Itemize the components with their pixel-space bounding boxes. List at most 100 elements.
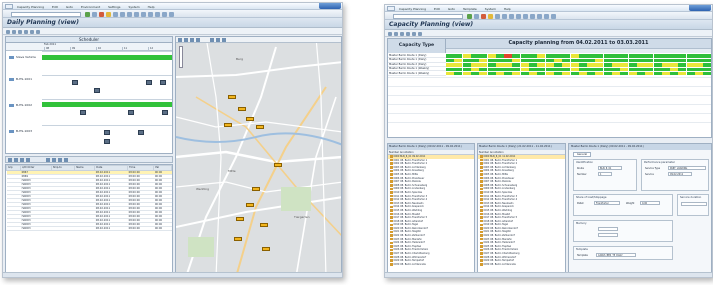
tree-node[interactable]: 0030 CB. Berlin Lichtenrade xyxy=(478,263,565,267)
capacity-cell[interactable] xyxy=(587,63,596,67)
system-menu-icon[interactable] xyxy=(387,6,395,11)
delivery-marker[interactable] xyxy=(238,107,246,111)
delivery-marker[interactable] xyxy=(256,125,264,129)
menu-item[interactable]: Edit xyxy=(434,7,440,11)
delivery-marker[interactable] xyxy=(274,163,282,167)
zoom-out-icon[interactable] xyxy=(406,31,410,36)
capacity-cell[interactable] xyxy=(462,71,471,76)
capacity-cell[interactable] xyxy=(686,67,695,71)
capacity-cell[interactable] xyxy=(495,67,504,71)
capacity-cell[interactable] xyxy=(512,58,521,63)
find-next-icon[interactable] xyxy=(509,13,514,19)
capacity-cell[interactable] xyxy=(620,63,629,67)
capacity-cell[interactable] xyxy=(670,71,679,76)
save-icon[interactable] xyxy=(467,13,472,19)
layers-icon[interactable] xyxy=(216,38,220,42)
capacity-cell[interactable] xyxy=(578,58,587,63)
capacity-cell[interactable] xyxy=(454,58,463,63)
resource-row-label[interactable]: B-HS-1001 xyxy=(6,77,42,81)
capacity-cell[interactable] xyxy=(487,71,496,76)
capacity-cell[interactable] xyxy=(470,54,479,58)
capacity-cell[interactable] xyxy=(446,54,454,58)
delivery-marker[interactable] xyxy=(260,223,268,227)
capacity-cell[interactable] xyxy=(479,71,488,76)
delivery-marker[interactable] xyxy=(228,95,236,99)
capacity-cell[interactable] xyxy=(545,58,554,63)
menu-item[interactable]: Template xyxy=(463,7,477,11)
map-pane[interactable]: Berg Mitte Wedding Tiergarten xyxy=(175,36,342,276)
zoom-out-icon[interactable] xyxy=(24,29,28,34)
capacity-cell[interactable] xyxy=(545,67,554,71)
menu-item[interactable]: Settings xyxy=(108,5,120,9)
capacity-cell[interactable] xyxy=(678,63,687,67)
capacity-cell[interactable] xyxy=(570,54,579,58)
exit-icon[interactable] xyxy=(488,13,493,19)
capacity-cell[interactable] xyxy=(553,58,562,63)
capacity-cell[interactable] xyxy=(529,71,537,76)
capacity-cell[interactable] xyxy=(454,54,463,58)
truck-icon[interactable] xyxy=(104,130,110,135)
capacity-cell[interactable] xyxy=(603,71,612,76)
command-field[interactable] xyxy=(11,11,81,17)
capacity-cell[interactable] xyxy=(587,54,596,58)
capacity-cell[interactable] xyxy=(595,54,604,58)
capacity-cell[interactable] xyxy=(462,63,471,67)
refresh-icon[interactable] xyxy=(388,31,392,36)
capacity-cell[interactable] xyxy=(578,63,587,67)
refresh-icon[interactable] xyxy=(6,29,10,34)
sort-asc-icon[interactable] xyxy=(14,158,18,162)
capacity-cell[interactable] xyxy=(678,54,687,58)
capacity-cell[interactable] xyxy=(653,63,662,67)
menu-item[interactable]: System xyxy=(128,5,139,9)
capacity-cell[interactable] xyxy=(636,63,645,67)
capacity-cell[interactable] xyxy=(479,58,488,63)
delivery-marker[interactable] xyxy=(224,123,232,127)
first-page-icon[interactable] xyxy=(516,13,521,19)
capacity-cell[interactable] xyxy=(612,58,620,63)
capacity-cell[interactable] xyxy=(537,71,546,76)
capacity-cell[interactable] xyxy=(620,71,629,76)
capacity-cell[interactable] xyxy=(487,63,496,67)
capacity-cell[interactable] xyxy=(578,71,587,76)
capacity-cell[interactable] xyxy=(520,63,529,67)
capacity-cell[interactable] xyxy=(570,67,579,71)
capacity-cell[interactable] xyxy=(661,71,670,76)
capacity-cell[interactable] xyxy=(653,67,662,71)
capacity-cell[interactable] xyxy=(487,67,496,71)
truck-icon[interactable] xyxy=(138,130,144,135)
zoom-out-icon[interactable] xyxy=(190,38,194,42)
capacity-cell[interactable] xyxy=(636,58,645,63)
truck-icon[interactable] xyxy=(146,80,152,85)
table-row[interactable]: HADD3 08.02.2011 08:00:00 00:00 xyxy=(6,226,172,231)
capacity-cell[interactable] xyxy=(570,71,579,76)
menu-item[interactable]: Goto xyxy=(448,7,455,11)
capacity-cell[interactable] xyxy=(562,54,571,58)
truck-icon[interactable] xyxy=(80,110,86,115)
capacity-cell[interactable] xyxy=(578,54,587,58)
cancel-icon[interactable] xyxy=(99,11,104,17)
capacity-cell[interactable] xyxy=(553,63,562,67)
export-icon[interactable] xyxy=(36,29,40,34)
capacity-cell[interactable] xyxy=(537,58,546,63)
select-icon[interactable] xyxy=(196,38,200,42)
capacity-cell[interactable] xyxy=(454,63,463,67)
capacity-cell[interactable] xyxy=(512,67,521,71)
menu-item[interactable]: Goto xyxy=(66,5,73,9)
resource-row-label[interactable]: B-HS-1002 xyxy=(6,103,42,107)
capacity-cell[interactable] xyxy=(562,67,571,71)
capacity-cell[interactable] xyxy=(470,71,479,76)
capacity-cell[interactable] xyxy=(495,63,504,67)
truck-icon[interactable] xyxy=(104,139,110,144)
capacity-cell[interactable] xyxy=(520,54,529,58)
next-page-icon[interactable] xyxy=(530,13,535,19)
capacity-cell[interactable] xyxy=(636,71,645,76)
zoom-in-icon[interactable] xyxy=(184,38,188,42)
capacity-row-label[interactable]: Master Berlin Route 1 (Weekly) xyxy=(388,72,446,76)
capacity-cell[interactable] xyxy=(653,71,662,76)
capacity-cell[interactable] xyxy=(504,54,513,58)
menu-item[interactable]: Capacity Planning xyxy=(399,7,426,11)
route-icon[interactable] xyxy=(210,38,214,42)
capacity-cell[interactable] xyxy=(645,63,654,67)
capacity-cell[interactable] xyxy=(603,54,612,58)
capacity-cell[interactable] xyxy=(495,58,504,63)
